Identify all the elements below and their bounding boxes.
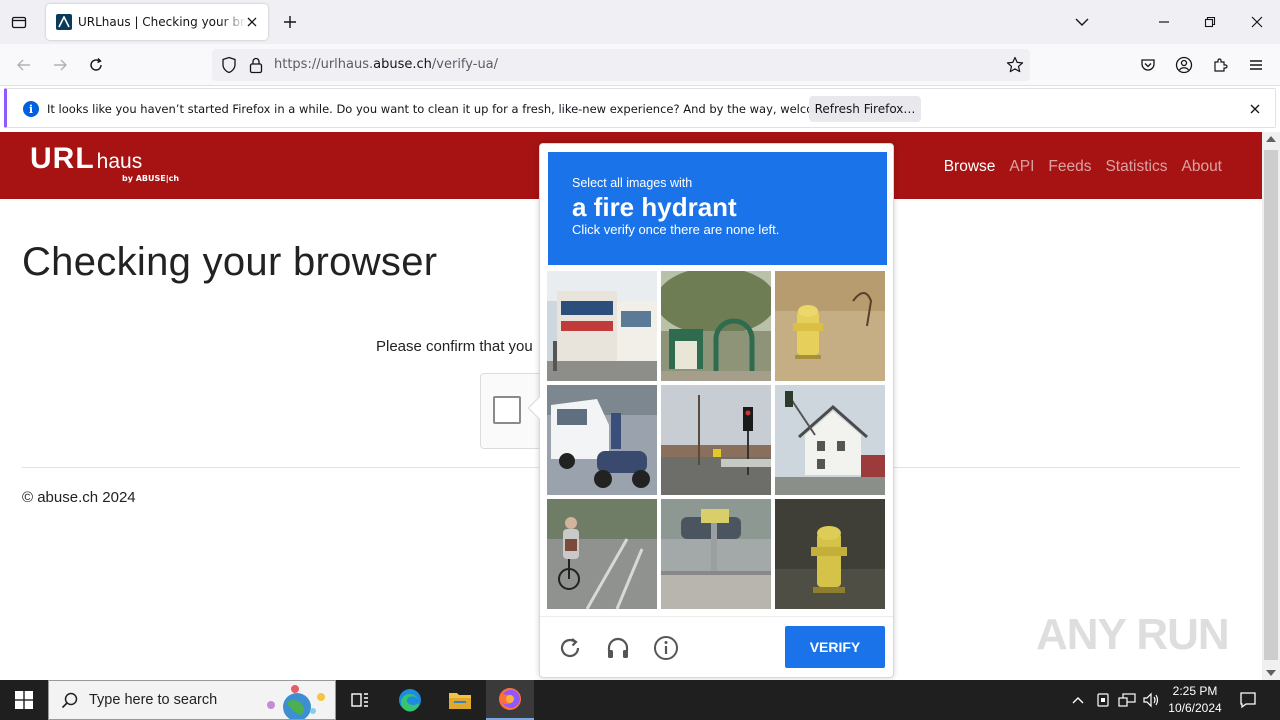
verify-button[interactable]: VERIFY [785,626,885,668]
image-street-sign-pole[interactable] [661,499,771,609]
image-yellow-hydrant-dark[interactable] [775,499,885,609]
copyright: © abuse.ch 2024 [22,489,136,506]
new-tab-icon[interactable] [280,12,300,32]
url-bar[interactable]: https://urlhaus.abuse.ch/verify-ua/ [212,49,1030,81]
image-yellow-hydrant-dry-grass[interactable] [775,271,885,381]
tab-list-icon[interactable] [8,11,30,33]
menu-icon[interactable] [1244,53,1268,77]
audio-challenge-icon[interactable] [604,634,632,662]
back-arrow-icon[interactable] [12,53,36,77]
captcha-challenge: Select all images with a fire hydrant Cl… [527,143,894,678]
tab-title: URLhaus | Checking your browser [78,15,246,29]
firefox-refresh-notification: i It looks like you haven’t started Fire… [4,88,1276,128]
url-path: /verify-ua/ [431,57,499,72]
close-notification-icon[interactable] [1247,101,1263,117]
scroll-thumb[interactable] [1264,150,1278,660]
refresh-firefox-button[interactable]: Refresh Firefox… [809,96,921,122]
forward-arrow-icon[interactable] [48,53,72,77]
windows-start-icon[interactable] [0,680,48,720]
shield-icon[interactable] [220,56,238,78]
url-text[interactable]: https://urlhaus.abuse.ch/verify-ua/ [274,57,498,72]
image-street-storefront[interactable] [547,271,657,381]
list-all-tabs-icon[interactable] [1070,10,1094,34]
search-highlight-icon [261,683,331,720]
image-grid [547,271,888,611]
image-van-and-scooter[interactable] [547,385,657,495]
tab-bar: URLhaus | Checking your browser [0,0,1280,44]
info-circle-icon[interactable] [652,634,680,662]
image-park-gate[interactable] [661,271,771,381]
account-icon[interactable] [1172,53,1196,77]
taskbar: Type here to search 2:25 PM 10/6/2024 [0,680,1280,720]
bookmark-star-icon[interactable] [1006,56,1024,78]
confirm-text: Please confirm that you [376,338,533,355]
pocket-icon[interactable] [1136,53,1160,77]
reload-icon[interactable] [84,53,108,77]
captcha-footer-divider [540,616,893,617]
image-traffic-light-intersection[interactable] [661,385,771,495]
page-title: Checking your browser [22,240,438,284]
search-placeholder: Type here to search [89,692,218,708]
nav-bar: https://urlhaus.abuse.ch/verify-ua/ [0,44,1280,86]
restore-icon[interactable] [1198,10,1222,34]
challenge-target: a fire hydrant [572,192,737,222]
lock-icon[interactable] [248,56,264,78]
clock-time: 2:25 PM [1172,684,1218,698]
scroll-up-icon[interactable] [1266,136,1276,142]
volume-icon[interactable] [1141,690,1161,710]
image-cyclist[interactable] [547,499,657,609]
nav-statistics[interactable]: Statistics [1105,158,1167,176]
taskbar-search[interactable]: Type here to search [48,680,336,720]
edge-icon[interactable] [386,680,434,720]
nav-about[interactable]: About [1181,158,1222,176]
file-explorer-icon[interactable] [436,680,484,720]
challenge-header: Select all images with a fire hydrant Cl… [548,152,887,265]
clock-date: 10/6/2024 [1168,701,1222,715]
close-window-icon[interactable] [1245,10,1269,34]
challenge-prompt: Select all images with [572,176,693,190]
info-icon: i [23,101,39,117]
tray-clock[interactable]: 2:25 PM 10/6/2024 [1160,683,1230,717]
show-hidden-icons-icon[interactable] [1068,690,1088,710]
url-prefix: https://urlhaus. [274,57,374,72]
logo-haus-text: haus [96,150,143,173]
nav-feeds[interactable]: Feeds [1048,158,1091,176]
close-tab-icon[interactable] [244,14,260,30]
logo-by-text: by ABUSE|ch [122,174,180,183]
network-icon[interactable] [1117,690,1137,710]
scroll-down-icon[interactable] [1266,670,1276,676]
anyrun-watermark: ANY RUN [1036,610,1230,659]
challenge-subprompt: Click verify once there are none left. [572,222,780,237]
security-tray-icon[interactable] [1093,690,1113,710]
page-scrollbar[interactable] [1262,132,1280,680]
urlhaus-logo[interactable]: URLhaus by ABUSE|ch [30,142,179,183]
tab-urlhaus[interactable]: URLhaus | Checking your browser [46,4,268,40]
extensions-icon[interactable] [1208,53,1232,77]
site-nav: Browse API Feeds Statistics About [944,158,1222,176]
hcaptcha-checkbox[interactable] [493,396,521,424]
nav-api[interactable]: API [1009,158,1034,176]
notification-message: It looks like you haven’t started Firefo… [47,102,868,116]
refresh-challenge-icon[interactable] [556,634,584,662]
search-icon [61,692,79,714]
url-host: abuse.ch [373,57,432,72]
firefox-taskbar-icon[interactable] [486,680,534,720]
nav-browse[interactable]: Browse [944,158,996,176]
image-traffic-light-house[interactable] [775,385,885,495]
logo-url-text: URL [30,142,95,175]
minimize-icon[interactable] [1152,10,1176,34]
notifications-icon[interactable] [1238,690,1258,710]
urlhaus-favicon-icon [56,14,72,30]
task-view-icon[interactable] [336,680,384,720]
